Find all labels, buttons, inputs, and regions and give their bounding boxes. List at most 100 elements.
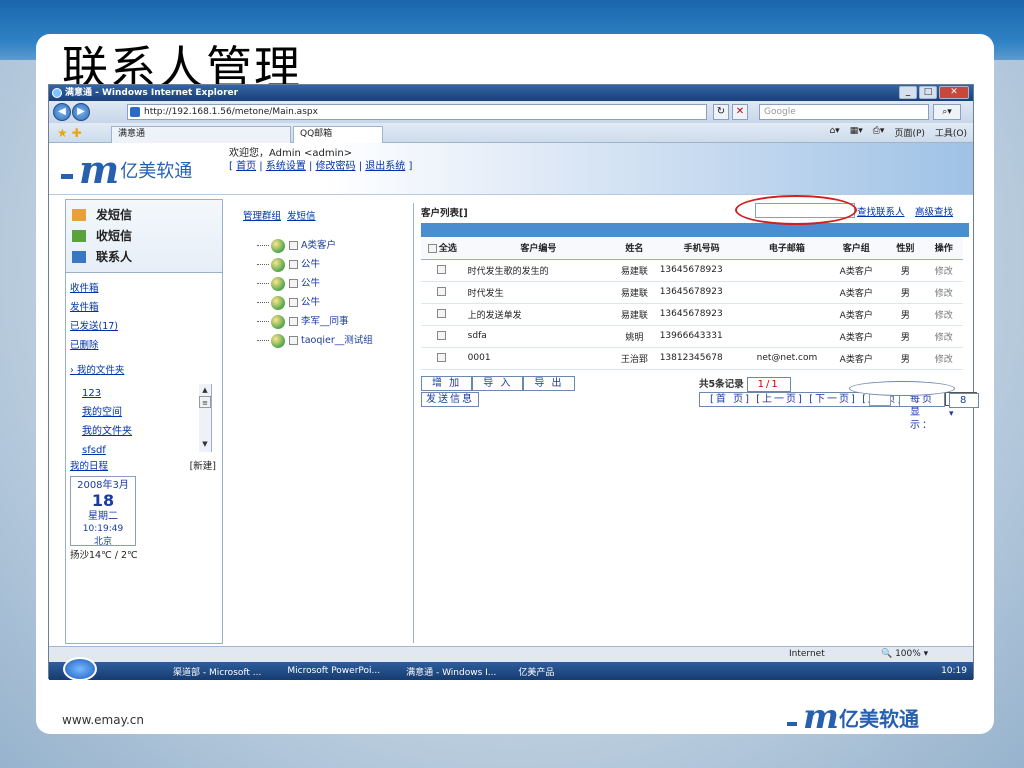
home-icon[interactable]: ⌂▾ <box>829 126 839 139</box>
edit-link[interactable]: 修改 <box>924 303 963 326</box>
nav-settings-link[interactable]: 系统设置 <box>266 161 306 172</box>
feeds-icon[interactable]: ▦▾ <box>850 126 863 139</box>
row-checkbox[interactable] <box>421 281 464 304</box>
print-icon[interactable]: ⎙▾ <box>873 126 885 139</box>
table-cell: A类客户 <box>826 347 887 370</box>
taskbar-item[interactable]: 渠道部 - Microsoft ... <box>173 665 261 678</box>
select-all-header[interactable]: 全选 <box>421 237 464 260</box>
folder-item[interactable]: 我的文件夹 <box>82 422 211 441</box>
stop-button[interactable]: ✕ <box>732 104 748 120</box>
minimize-button[interactable]: _ <box>899 86 917 99</box>
address-bar-row: ◀ ▶ http://192.168.1.56/metone/Main.aspx… <box>49 101 973 123</box>
outbox-link[interactable]: 发件箱 <box>70 298 222 317</box>
edit-link[interactable]: 修改 <box>924 259 963 282</box>
table-cell: 男 <box>886 281 925 304</box>
row-checkbox[interactable] <box>421 303 464 326</box>
col-header: 客户组 <box>826 237 887 260</box>
tree-node[interactable]: 公牛 <box>257 274 373 293</box>
table-cell: 时代发生歌的发生的 <box>463 259 614 282</box>
send-sms-link[interactable]: 发短信 <box>287 211 316 222</box>
windows-taskbar: 渠道部 - Microsoft ... Microsoft PowerPoi..… <box>49 657 973 681</box>
edit-link[interactable]: 修改 <box>924 347 963 370</box>
col-header: 性别 <box>886 237 925 260</box>
send-message-button[interactable]: 发送信息 <box>421 391 479 407</box>
tree-node[interactable]: A类客户 <box>257 236 373 255</box>
ie-icon <box>52 88 62 98</box>
tree-node[interactable]: taoqier__测试组 <box>257 331 373 350</box>
table-cell: 易建联 <box>613 303 656 326</box>
nav-logout-link[interactable]: 退出系统 <box>365 161 405 172</box>
tools-menu[interactable]: 工具(O) <box>935 126 967 139</box>
table-cell: 易建联 <box>613 259 656 282</box>
browser-title-bar: 满意通 - Windows Internet Explorer _ □ ✕ <box>49 85 973 101</box>
edit-link[interactable]: 修改 <box>924 325 963 348</box>
footer-logo: m 亿美软通 <box>787 697 919 737</box>
web-page: m 亿美软通 欢迎您，Admin <admin> [ 首页 | 系统设置 | 修改… <box>49 143 980 646</box>
row-checkbox[interactable] <box>421 347 464 370</box>
group-icon <box>271 333 285 348</box>
forward-button[interactable]: ▶ <box>72 103 90 121</box>
close-button[interactable]: ✕ <box>939 86 969 99</box>
tree-node[interactable]: 公牛 <box>257 293 373 312</box>
taskbar-item[interactable]: 亿美产品 <box>518 665 554 678</box>
sidebar-item-send-sms[interactable]: 发短信 <box>72 204 222 225</box>
start-button[interactable] <box>63 657 97 681</box>
status-bar: Internet 🔍 100% ▾ <box>49 646 973 662</box>
folder-scrollbar[interactable]: ▲ ≡ ▼ <box>199 384 211 452</box>
zone-indicator: Internet <box>789 649 825 659</box>
sent-link[interactable]: 已发送(17) <box>70 317 222 336</box>
edit-link[interactable]: 修改 <box>924 281 963 304</box>
inbox-icon <box>72 229 86 242</box>
table-cell: 上的发送单发 <box>463 303 614 326</box>
search-button[interactable]: ⌕▾ <box>933 104 961 120</box>
favorites-star-icon[interactable]: ★ ✚ <box>57 126 82 140</box>
find-contact-button[interactable]: 查找联系人 <box>857 204 905 218</box>
my-folders-title[interactable]: › 我的文件夹 <box>70 361 222 380</box>
add-button[interactable]: 增 加 <box>421 375 473 391</box>
inbox-link[interactable]: 收件箱 <box>70 279 222 298</box>
table-cell: 王治郅 <box>613 347 656 370</box>
taskbar-item[interactable]: Microsoft PowerPoi... <box>287 666 380 676</box>
advanced-search-link[interactable]: 高级查找 <box>915 204 953 218</box>
row-checkbox[interactable] <box>421 325 464 348</box>
table-cell: sdfa <box>463 325 614 348</box>
node-checkbox <box>289 279 298 288</box>
import-button[interactable]: 导 入 <box>472 375 524 391</box>
manage-groups-link[interactable]: 管理群组 <box>243 211 281 222</box>
tree-node[interactable]: 公牛 <box>257 255 373 274</box>
folder-item[interactable]: 我的空间 <box>82 403 211 422</box>
table-cell: 姚明 <box>613 325 656 348</box>
tree-node[interactable]: 李军__同事 <box>257 312 373 331</box>
deleted-link[interactable]: 已删除 <box>70 336 222 355</box>
address-input[interactable]: http://192.168.1.56/metone/Main.aspx <box>127 104 707 120</box>
schedule-new-link[interactable]: [新建] <box>190 458 216 472</box>
nav-home-link[interactable]: 首页 <box>236 161 256 172</box>
export-button[interactable]: 导 出 <box>523 375 575 391</box>
schedule-link[interactable]: 我的日程 <box>70 458 108 472</box>
search-input[interactable]: Google <box>759 104 929 120</box>
col-header: 客户编号 <box>463 237 614 260</box>
back-button[interactable]: ◀ <box>53 103 71 121</box>
pencil-icon <box>72 208 86 221</box>
table-cell: 男 <box>886 347 925 370</box>
group-icon <box>271 276 285 291</box>
per-page-select[interactable]: 8 ▾ <box>945 392 980 419</box>
tab-manyitong[interactable]: 满意通 <box>111 126 291 143</box>
zoom-level[interactable]: 🔍 100% ▾ <box>881 647 928 662</box>
folder-item[interactable]: 123 <box>82 384 211 403</box>
sidebar-item-contacts[interactable]: 联系人 <box>72 246 222 267</box>
maximize-button[interactable]: □ <box>919 86 937 99</box>
refresh-button[interactable]: ↻ <box>713 104 729 120</box>
tab-qqmail[interactable]: QQ邮箱 <box>293 126 383 143</box>
splitter[interactable] <box>413 203 414 643</box>
group-icon <box>271 238 285 253</box>
row-checkbox[interactable] <box>421 259 464 282</box>
taskbar-item[interactable]: 满意通 - Windows I... <box>406 665 496 678</box>
sidebar-item-receive-sms[interactable]: 收短信 <box>72 225 222 246</box>
window-title: 满意通 - Windows Internet Explorer <box>65 88 239 98</box>
folder-item[interactable]: sfsdf <box>82 441 211 460</box>
table-cell <box>747 259 827 282</box>
weather-text: 扬沙14℃ / 2℃ <box>70 550 138 561</box>
nav-password-link[interactable]: 修改密码 <box>316 161 356 172</box>
page-menu[interactable]: 页面(P) <box>894 126 924 139</box>
